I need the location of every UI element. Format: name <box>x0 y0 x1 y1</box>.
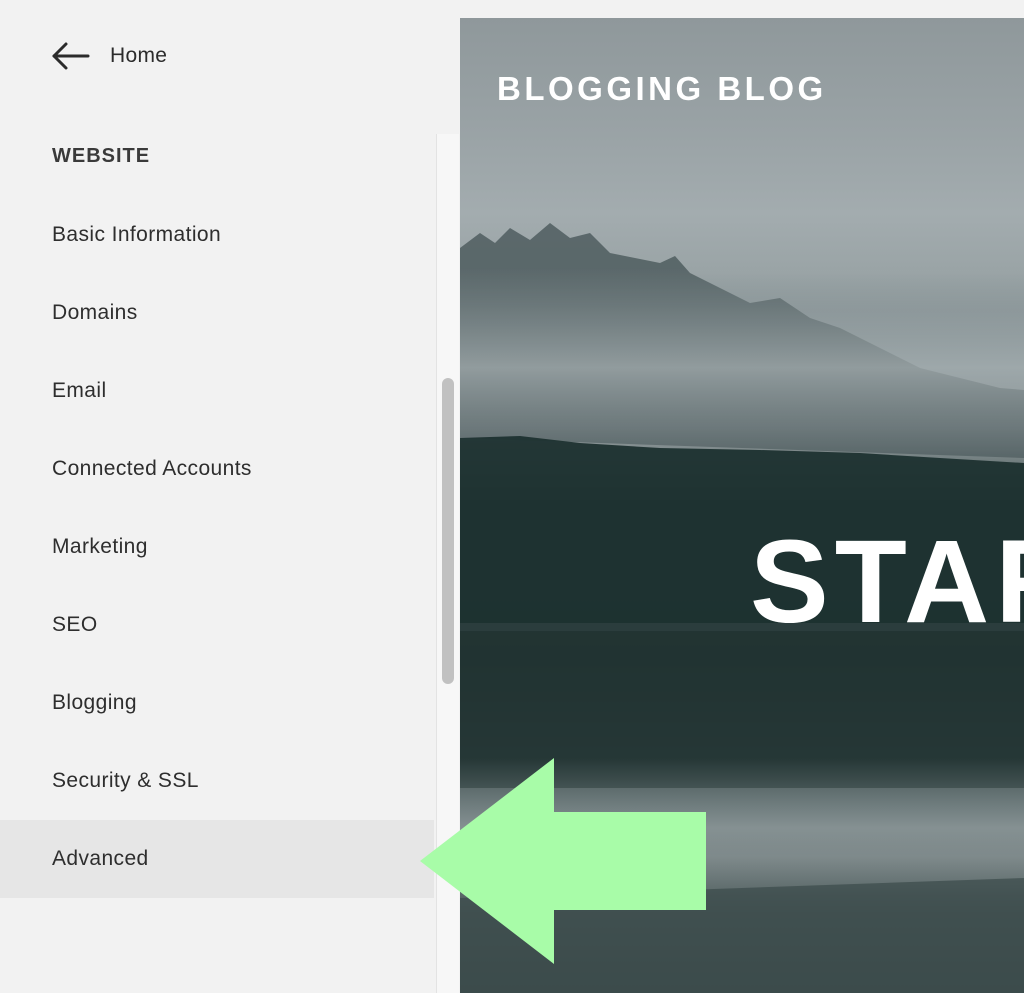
settings-menu: Basic Information Domains Email Connecte… <box>0 196 434 898</box>
back-home-link[interactable]: Home <box>50 38 167 74</box>
back-home-label: Home <box>110 44 168 67</box>
sidebar-item-email[interactable]: Email <box>0 352 434 430</box>
sidebar-item-basic-information[interactable]: Basic Information <box>0 196 434 274</box>
sidebar-item-seo[interactable]: SEO <box>0 586 434 664</box>
hero-heading: STAR <box>750 516 1024 648</box>
sidebar-item-marketing[interactable]: Marketing <box>0 508 434 586</box>
section-heading-website: WEBSITE <box>52 145 151 167</box>
scrollbar-thumb[interactable] <box>442 378 454 684</box>
sidebar-item-security-ssl[interactable]: Security & SSL <box>0 742 434 820</box>
arrow-left-icon <box>50 41 90 71</box>
settings-page: Home WEBSITE Basic Information Domains E… <box>0 0 1024 993</box>
pointer-arrow-icon <box>420 758 706 964</box>
sidebar-item-advanced[interactable]: Advanced <box>0 820 434 898</box>
sidebar-item-connected-accounts[interactable]: Connected Accounts <box>0 430 434 508</box>
settings-sidebar: Home WEBSITE Basic Information Domains E… <box>0 0 436 993</box>
sidebar-item-blogging[interactable]: Blogging <box>0 664 434 742</box>
sidebar-item-domains[interactable]: Domains <box>0 274 434 352</box>
site-title[interactable]: BLOGGING BLOG <box>497 70 827 108</box>
